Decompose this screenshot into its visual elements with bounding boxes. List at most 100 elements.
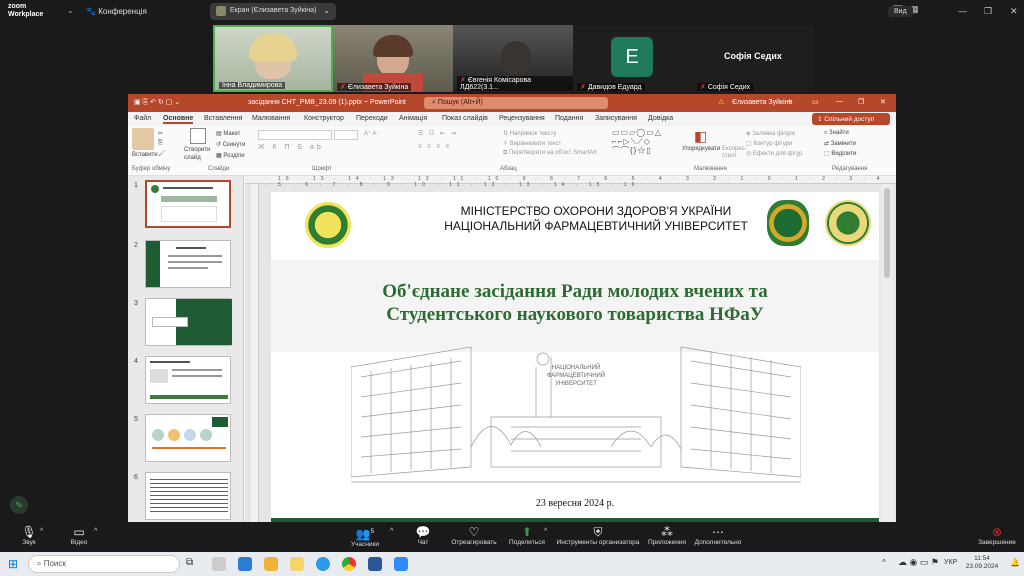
shape-outline-button[interactable]: ▢ Контур фігури — [746, 140, 792, 147]
video-tile[interactable]: ✗ Єлизавета Зуйкіна — [333, 25, 453, 92]
zoom-app-icon[interactable] — [394, 557, 408, 571]
font-style-icon[interactable]: Ж К П S ab — [258, 144, 324, 151]
ribbon-options-icon[interactable]: ▭ — [812, 98, 819, 106]
chevron-up-icon[interactable]: ^ — [544, 528, 547, 535]
cut-icon[interactable]: ✂ — [158, 130, 163, 137]
shapes-gallery[interactable]: ▭▭▱◯▭△ ⌐⌐▷⟍⟋◇ ⌒⌒{}☆▯ — [612, 128, 674, 158]
language-indicator[interactable]: УКР — [944, 559, 957, 566]
task-view-icon[interactable]: ⧉ — [186, 557, 200, 571]
slide-canvas[interactable]: МІНІСТЕРСТВО ОХОРОНИ ЗДОРОВ'Я УКРАЇНИ НА… — [271, 192, 879, 522]
select-button[interactable]: ⬚ Виділити — [824, 150, 856, 157]
align-icon[interactable]: ≡ ≡ ≡ ≡ — [418, 144, 451, 150]
more-button[interactable]: ⋯ Дополнительно — [692, 525, 744, 546]
clock[interactable]: 11:54 23.09.2024 — [962, 555, 1002, 571]
new-slide-icon[interactable] — [190, 128, 206, 144]
chrome-icon[interactable] — [342, 557, 356, 571]
restore-icon[interactable]: ❐ — [858, 98, 864, 106]
file-explorer-icon[interactable] — [264, 557, 278, 571]
taskbar-search-input[interactable]: ⌕ Поиск — [28, 555, 180, 573]
chevron-up-icon[interactable]: ^ — [94, 528, 97, 535]
minimize-icon[interactable]: — — [836, 98, 843, 105]
reset-button[interactable]: ↺ Скинути — [216, 141, 245, 148]
host-tools-button[interactable]: ⛨ Инструменты организатора — [556, 525, 640, 546]
restore-icon[interactable]: ❐ — [984, 6, 992, 17]
smartart-button[interactable]: ⧉ Перетворити на об'єкт SmartArt — [503, 150, 597, 157]
replace-button[interactable]: ⇄ Замінити — [824, 140, 856, 147]
edge-icon[interactable] — [316, 557, 330, 571]
shape-effects-button[interactable]: ◎ Ефекти для фігур — [746, 150, 802, 157]
folder-icon[interactable] — [290, 557, 304, 571]
warning-icon[interactable]: ⚠ — [718, 98, 724, 106]
windows-start-icon[interactable]: ⊞ — [8, 557, 22, 571]
slide-thumbnail[interactable] — [145, 298, 232, 346]
tab-animations[interactable]: Анімація — [399, 115, 427, 122]
font-grow-icon[interactable]: A⁺ A⁻ — [364, 130, 380, 137]
minimize-icon[interactable]: — — [958, 6, 967, 16]
quick-styles-button[interactable]: Експрес-стилі — [722, 146, 747, 160]
layout-button[interactable]: ▤ Макет — [216, 130, 240, 137]
word-icon[interactable] — [368, 557, 382, 571]
apps-button[interactable]: ⁂ Приложения — [646, 525, 688, 546]
tab-insert[interactable]: Вставлення — [204, 115, 242, 122]
participants-button[interactable]: 👥5 Учасники — [344, 525, 386, 548]
copy-icon[interactable]: ⎘ — [158, 140, 163, 147]
arrange-button[interactable]: Упорядкувати — [682, 146, 720, 152]
video-tile[interactable]: ✗ Євгенія Комісарова ЛД622(3.1... — [453, 25, 573, 92]
tab-view[interactable]: Подання — [555, 115, 583, 122]
video-tile[interactable]: Софія Седих ✗ Софія Седих — [693, 25, 813, 92]
tab-draw[interactable]: Малювання — [252, 115, 290, 122]
slide-thumbnail[interactable] — [145, 240, 231, 288]
chevron-down-icon[interactable]: ⌄ — [67, 6, 74, 15]
share-button[interactable]: ⇪ Спільний доступ — [812, 113, 890, 125]
screen-share-pill[interactable]: Екран (Єлизавета Зуйкіна) ⌄ — [210, 3, 336, 20]
tab-transitions[interactable]: Переходи — [356, 115, 388, 122]
tab-file[interactable]: Файл — [134, 115, 151, 122]
mail-icon[interactable] — [238, 557, 252, 571]
end-meeting-button[interactable]: ⊗ Завершение — [976, 525, 1018, 546]
align-text-button[interactable]: ⇳ Вирівнювати текст — [503, 140, 561, 147]
find-button[interactable]: ⌕ Знайти — [824, 130, 849, 137]
font-name-field[interactable] — [258, 130, 332, 140]
autosave-icon[interactable]: ▣ ⎘ ↶ ↻ ▢ ⌄ — [134, 98, 180, 107]
slide-thumbnail[interactable] — [145, 180, 231, 228]
slide-thumbnail[interactable] — [145, 356, 231, 404]
paste-icon[interactable] — [132, 128, 154, 150]
ppt-search-input[interactable]: ⌕ Пошук (Alt+Й) — [424, 97, 608, 109]
shape-fill-button[interactable]: ◈ Заливка фігури — [746, 130, 795, 137]
tab-record[interactable]: Записування — [595, 115, 637, 122]
tab-review[interactable]: Рецензування — [499, 115, 545, 122]
slide-thumbnail[interactable] — [145, 472, 231, 520]
format-painter-icon[interactable]: 🖌 — [158, 150, 166, 157]
share-screen-button[interactable]: ⬆ Поделиться — [506, 525, 548, 546]
tab-help[interactable]: Довідка — [648, 115, 673, 122]
react-button[interactable]: ♡ Отреагировать — [448, 525, 500, 546]
video-button[interactable]: ▭ Відео — [62, 525, 96, 546]
sections-button[interactable]: ▦ Розділи — [216, 152, 245, 159]
tray-icons[interactable]: ☁ ◉ ▭ ⚑ — [898, 557, 939, 568]
coauthoring-icon[interactable]: ◐ — [788, 98, 792, 105]
annotate-pen-icon[interactable]: ✎ — [10, 496, 28, 514]
view-button[interactable]: Вид — [888, 6, 913, 17]
tab-slideshow[interactable]: Показ слайдів — [442, 115, 488, 122]
scrollbar-thumb[interactable] — [884, 188, 890, 278]
vertical-scrollbar[interactable] — [881, 184, 893, 522]
close-icon[interactable]: ✕ — [880, 98, 886, 106]
close-icon[interactable]: ✕ — [1010, 6, 1018, 17]
paste-button[interactable]: Вставити — [132, 152, 158, 158]
chevron-up-icon[interactable]: ^ — [390, 528, 393, 535]
tab-design[interactable]: Конструктор — [304, 115, 344, 122]
text-direction-button[interactable]: ⇅ Напрямок тексту — [503, 130, 556, 137]
list-icon[interactable]: ☰ ☷ ⇤ ⇥ — [418, 130, 458, 137]
video-tile[interactable]: Інна Владимирова — [213, 25, 333, 92]
new-slide-button[interactable]: Створити слайд — [184, 146, 214, 162]
tray-chevron-icon[interactable]: ^ — [882, 558, 886, 567]
chat-button[interactable]: 💬 Чат — [412, 525, 434, 546]
conference-button[interactable]: 🐾 Конференція — [86, 7, 147, 16]
arrange-icon[interactable]: ◧ — [694, 128, 710, 144]
slide-thumbnail[interactable] — [145, 414, 231, 462]
notifications-icon[interactable]: 🔔 — [1010, 558, 1020, 567]
tab-home[interactable]: Основне — [163, 115, 194, 124]
video-tile[interactable]: E ✗ Давидов Едуард — [573, 25, 693, 92]
font-size-field[interactable] — [334, 130, 358, 140]
chevron-up-icon[interactable]: ^ — [40, 528, 43, 535]
